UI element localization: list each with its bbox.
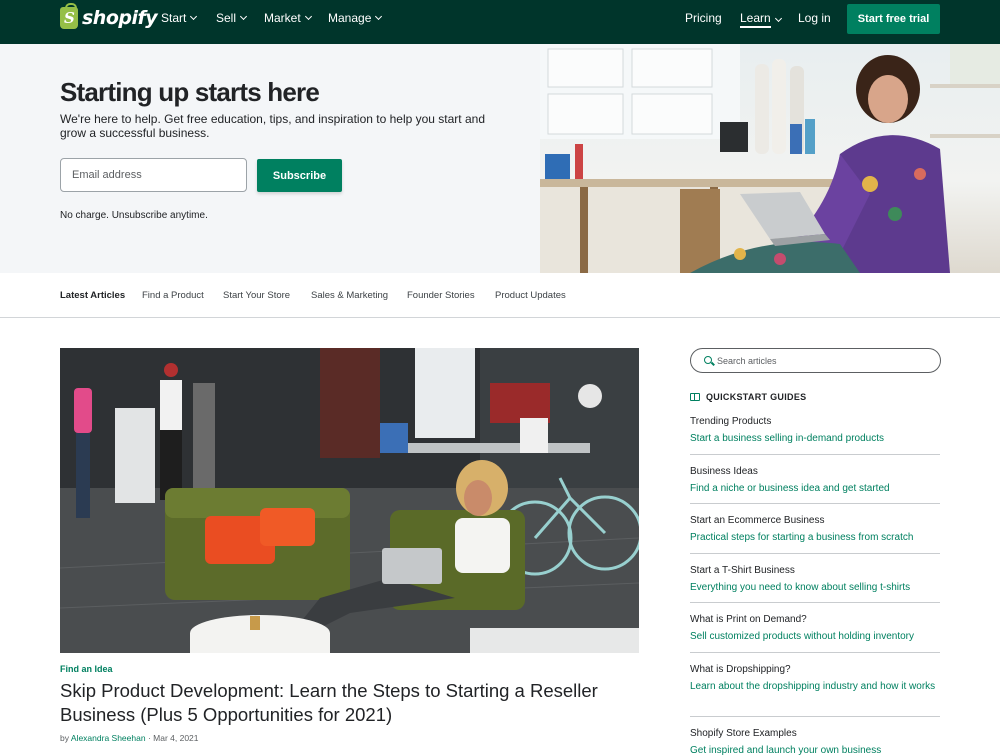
- guide-item-print-on-demand[interactable]: What is Print on Demand? Sell customized…: [690, 613, 940, 644]
- guide-title[interactable]: Trending Products: [690, 415, 940, 428]
- featured-article-title[interactable]: Skip Product Development: Learn the Step…: [60, 679, 640, 727]
- guide-item-tshirt-business[interactable]: Start a T-Shirt Business Everything you …: [690, 564, 940, 595]
- guide-divider: [690, 602, 940, 603]
- guide-divider: [690, 454, 940, 455]
- guide-divider: [690, 652, 940, 653]
- guide-description[interactable]: Sell customized products without holding…: [690, 629, 940, 644]
- nav-manage[interactable]: Manage: [328, 11, 383, 25]
- logo-text: shopify: [82, 7, 158, 29]
- guide-description[interactable]: Practical steps for starting a business …: [690, 530, 940, 545]
- email-input[interactable]: [60, 158, 247, 192]
- guide-description[interactable]: Learn about the dropshipping industry an…: [690, 679, 940, 694]
- subscribe-button[interactable]: Subscribe: [257, 159, 342, 192]
- guide-divider: [690, 503, 940, 504]
- chevron-down-icon: [239, 12, 248, 21]
- guide-title[interactable]: Business Ideas: [690, 465, 940, 478]
- tab-latest-articles[interactable]: Latest Articles: [60, 290, 125, 301]
- guide-item-business-ideas[interactable]: Business Ideas Find a niche or business …: [690, 465, 940, 496]
- search-icon: [704, 356, 712, 364]
- guide-description[interactable]: Find a niche or business idea and get st…: [690, 481, 940, 496]
- nav-learn[interactable]: Learn: [740, 11, 782, 28]
- tab-sales-marketing[interactable]: Sales & Marketing: [311, 290, 388, 301]
- tab-find-a-product[interactable]: Find a Product: [142, 290, 204, 301]
- guide-divider: [690, 716, 940, 717]
- guide-title[interactable]: What is Dropshipping?: [690, 663, 940, 676]
- nav-sell-label: Sell: [216, 11, 237, 25]
- guide-description[interactable]: Start a business selling in-demand produ…: [690, 431, 940, 446]
- tab-founder-stories[interactable]: Founder Stories: [407, 290, 475, 301]
- nav-market[interactable]: Market: [264, 11, 312, 25]
- byline-prefix: by: [60, 733, 69, 743]
- chevron-down-icon: [375, 12, 383, 21]
- featured-article-meta: by Alexandra Sheehan · Mar 4, 2021: [60, 733, 199, 743]
- hero-note: No charge. Unsubscribe anytime.: [60, 210, 208, 221]
- nav-pricing-label: Pricing: [685, 11, 722, 25]
- chevron-down-icon: [190, 12, 198, 21]
- nav-manage-label: Manage: [328, 11, 372, 25]
- author-link[interactable]: Alexandra Sheehan: [71, 733, 146, 743]
- top-navigation: shopify Start Sell Market Manage Pricing…: [0, 0, 1000, 44]
- quickstart-guides-heading: QUICKSTART GUIDES: [690, 392, 806, 402]
- search-box[interactable]: [690, 348, 941, 373]
- hero-subtitle: We're here to help. Get free education, …: [60, 112, 485, 140]
- nav-login-label: Log in: [798, 11, 831, 25]
- guide-divider: [690, 553, 940, 554]
- tab-product-updates[interactable]: Product Updates: [495, 290, 566, 301]
- nav-start-label: Start: [161, 11, 187, 25]
- guide-item-trending-products[interactable]: Trending Products Start a business selli…: [690, 415, 940, 446]
- meta-separator: ·: [147, 733, 151, 743]
- featured-category[interactable]: Find an Idea: [60, 664, 113, 674]
- start-free-trial-button[interactable]: Start free trial: [847, 4, 940, 34]
- shopping-bag-icon: [60, 3, 78, 29]
- guide-description[interactable]: Everything you need to know about sellin…: [690, 580, 940, 595]
- nav-login[interactable]: Log in: [798, 11, 831, 25]
- guide-title[interactable]: Start a T-Shirt Business: [690, 564, 940, 577]
- hero-photo-illustration: [540, 44, 1000, 273]
- guide-title[interactable]: Shopify Store Examples: [690, 727, 940, 740]
- guide-item-store-examples[interactable]: Shopify Store Examples Get inspired and …: [690, 727, 940, 756]
- hero-photo-woman-laptop: [540, 44, 1000, 273]
- guide-title[interactable]: Start an Ecommerce Business: [690, 514, 940, 527]
- book-icon: [690, 393, 700, 401]
- guide-description[interactable]: Get inspired and launch your own busines…: [690, 743, 940, 756]
- tab-start-your-store[interactable]: Start Your Store: [223, 290, 290, 301]
- article-date: Mar 4, 2021: [153, 733, 199, 743]
- nav-start[interactable]: Start: [161, 11, 198, 25]
- hero-section: Starting up starts here We're here to he…: [0, 44, 540, 273]
- quickstart-label: QUICKSTART GUIDES: [706, 392, 807, 402]
- nav-pricing[interactable]: Pricing: [685, 11, 722, 25]
- chevron-down-icon: [774, 14, 782, 22]
- article-category-tabs: Latest Articles Find a Product Start You…: [0, 273, 1000, 318]
- shopify-logo[interactable]: shopify: [60, 3, 158, 29]
- chevron-down-icon: [304, 12, 312, 21]
- nav-market-label: Market: [264, 11, 301, 25]
- guide-item-ecommerce-business[interactable]: Start an Ecommerce Business Practical st…: [690, 514, 940, 545]
- featured-photo-illustration: [60, 348, 639, 653]
- nav-sell[interactable]: Sell: [216, 11, 248, 25]
- search-input[interactable]: [717, 352, 932, 370]
- featured-article-image[interactable]: [60, 348, 639, 653]
- nav-learn-label: Learn: [740, 11, 771, 28]
- guide-title[interactable]: What is Print on Demand?: [690, 613, 940, 626]
- hero-title: Starting up starts here: [60, 77, 320, 107]
- guide-item-dropshipping[interactable]: What is Dropshipping? Learn about the dr…: [690, 663, 940, 694]
